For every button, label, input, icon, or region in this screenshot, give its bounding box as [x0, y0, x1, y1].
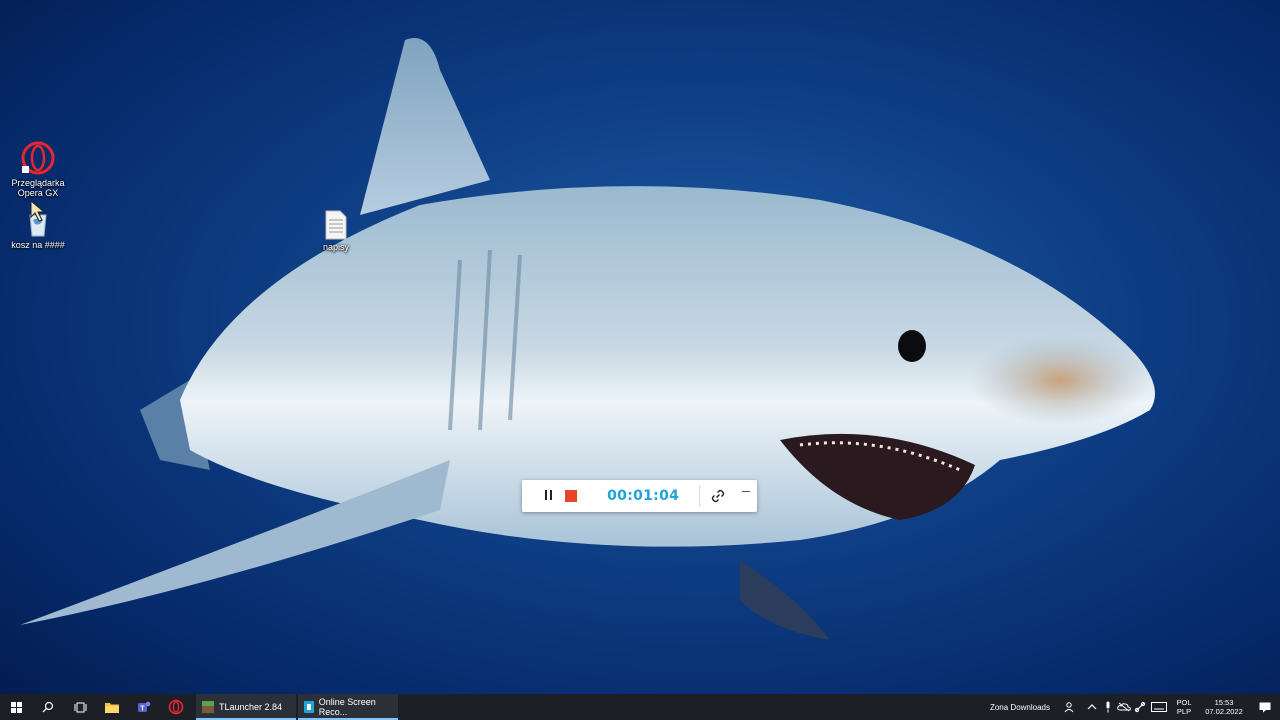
opera-gx-icon	[168, 699, 184, 715]
keyboard-icon	[1151, 702, 1167, 712]
task-view-icon	[74, 702, 86, 712]
taskbar: T TLauncher 2.84 Online Screen Reco... Z…	[0, 694, 1280, 720]
people-button[interactable]	[1062, 694, 1078, 720]
language-code: POL	[1176, 698, 1192, 707]
search-icon	[42, 701, 54, 713]
tlauncher-icon	[202, 701, 214, 713]
search-button[interactable]	[32, 694, 64, 720]
network-icon	[1134, 701, 1146, 713]
microphone-button[interactable]	[1100, 694, 1116, 720]
minimize-button[interactable]	[735, 480, 757, 512]
teams-button[interactable]: T	[128, 694, 160, 720]
start-button[interactable]	[0, 694, 32, 720]
keyboard-layout: PLP	[1176, 707, 1192, 716]
clock-time: 15:53	[1214, 698, 1234, 707]
notification-icon	[1259, 702, 1271, 712]
desktop-wallpaper	[20, 38, 1155, 640]
screen-recorder-icon	[304, 701, 314, 713]
desktop-icon-napisy[interactable]: napisy	[298, 210, 374, 252]
teams-icon: T	[138, 701, 151, 713]
recording-timer: 00:01:04	[607, 488, 680, 504]
taskbar-app-tlauncher[interactable]: TLauncher 2.84	[196, 694, 296, 720]
language-indicator[interactable]: POL PLP	[1170, 698, 1198, 716]
mouse-cursor-icon	[30, 200, 46, 222]
link-button[interactable]	[700, 480, 735, 512]
taskbar-app-label: Online Screen Reco...	[318, 697, 376, 717]
system-tray: Zona Downloads POL PLP 15:53 07.02.2022	[990, 694, 1280, 720]
onedrive-button[interactable]	[1116, 694, 1132, 720]
minimize-icon	[742, 491, 751, 492]
network-button[interactable]	[1132, 694, 1148, 720]
microphone-icon	[1106, 701, 1110, 713]
action-center-button[interactable]	[1250, 694, 1280, 720]
desktop-icon-opera-gx[interactable]: Przeglądarka Opera GX	[0, 140, 76, 198]
pause-icon	[544, 487, 554, 505]
opera-gx-taskbar-button[interactable]	[160, 694, 192, 720]
taskbar-app-screen-recorder[interactable]: Online Screen Reco...	[298, 694, 398, 720]
file-explorer-button[interactable]	[96, 694, 128, 720]
task-view-button[interactable]	[64, 694, 96, 720]
show-hidden-icons-button[interactable]	[1084, 694, 1100, 720]
chevron-up-icon	[1087, 704, 1097, 710]
people-icon	[1064, 702, 1074, 713]
opera-gx-icon	[21, 141, 55, 175]
stop-icon	[565, 490, 578, 502]
zona-downloads-toolbar[interactable]: Zona Downloads	[990, 703, 1050, 712]
desktop-icon-label: Przeglądarka Opera GX	[11, 178, 65, 198]
windows-start-icon	[10, 701, 22, 713]
clock[interactable]: 15:53 07.02.2022	[1198, 698, 1250, 716]
svg-text:T: T	[140, 706, 145, 713]
link-icon	[711, 489, 725, 503]
screen-recorder-toolbar: 00:01:04	[522, 480, 757, 512]
keyboard-button[interactable]	[1148, 694, 1170, 720]
pause-button[interactable]	[536, 480, 562, 512]
file-explorer-icon	[105, 703, 119, 713]
stop-button[interactable]	[562, 480, 582, 512]
text-file-icon	[325, 210, 347, 240]
desktop-icon-label: kosz na ####	[11, 240, 65, 250]
desktop-icon-label: napisy	[322, 242, 349, 252]
taskbar-app-label: TLauncher 2.84	[219, 702, 283, 712]
clock-date: 07.02.2022	[1205, 707, 1243, 716]
cloud-offline-icon	[1117, 702, 1131, 712]
